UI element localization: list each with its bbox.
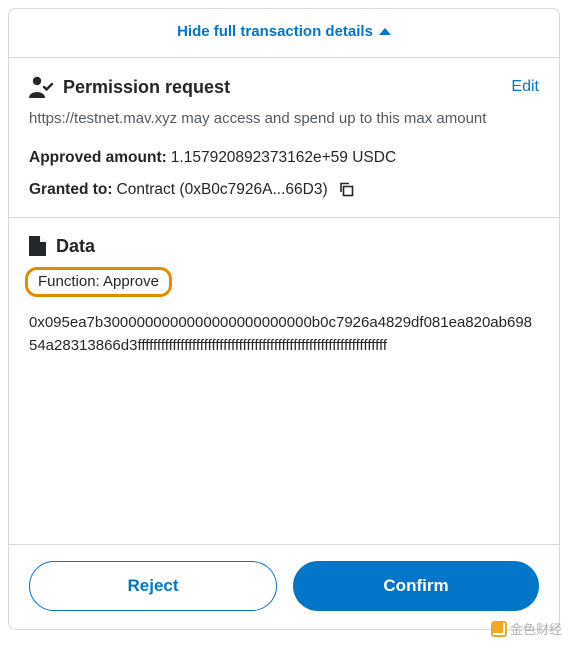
- permission-header: Permission request Edit: [29, 76, 539, 98]
- permission-header-left: Permission request: [29, 76, 230, 98]
- reject-button[interactable]: Reject: [29, 561, 277, 611]
- function-pill: Function: Approve: [25, 267, 172, 297]
- transaction-details-card: Hide full transaction details Permission…: [8, 8, 560, 630]
- toggle-bar: Hide full transaction details: [9, 9, 559, 58]
- data-section: Data Function: Approve 0x095ea7b30000000…: [9, 218, 559, 546]
- approved-amount-line: Approved amount: 1.157920892373162e+59 U…: [29, 149, 539, 167]
- permission-section: Permission request Edit https://testnet.…: [9, 58, 559, 218]
- approved-amount-label: Approved amount:: [29, 149, 167, 167]
- permission-title: Permission request: [63, 77, 230, 98]
- copy-icon[interactable]: [338, 181, 355, 198]
- toggle-label: Hide full transaction details: [177, 23, 373, 40]
- user-check-icon: [29, 76, 53, 98]
- data-header: Data: [29, 236, 539, 257]
- approved-amount-value: 1.157920892373162e+59 USDC: [171, 149, 396, 167]
- footer-actions: Reject Confirm: [9, 545, 559, 629]
- granted-to-label: Granted to:: [29, 181, 113, 199]
- granted-to-line: Granted to: Contract (0xB0c7926A...66D3): [29, 181, 539, 199]
- granted-to-value: Contract (0xB0c7926A...66D3): [117, 181, 328, 199]
- file-icon: [29, 236, 46, 256]
- edit-link[interactable]: Edit: [511, 78, 539, 96]
- chevron-up-icon: [379, 28, 391, 35]
- function-label: Function: Approve: [38, 273, 159, 290]
- confirm-button[interactable]: Confirm: [293, 561, 539, 611]
- data-title: Data: [56, 236, 95, 257]
- hide-details-toggle[interactable]: Hide full transaction details: [177, 23, 391, 40]
- permission-description: https://testnet.mav.xyz may access and s…: [29, 108, 539, 131]
- hex-data: 0x095ea7b3000000000000000000000000b0c792…: [29, 311, 539, 358]
